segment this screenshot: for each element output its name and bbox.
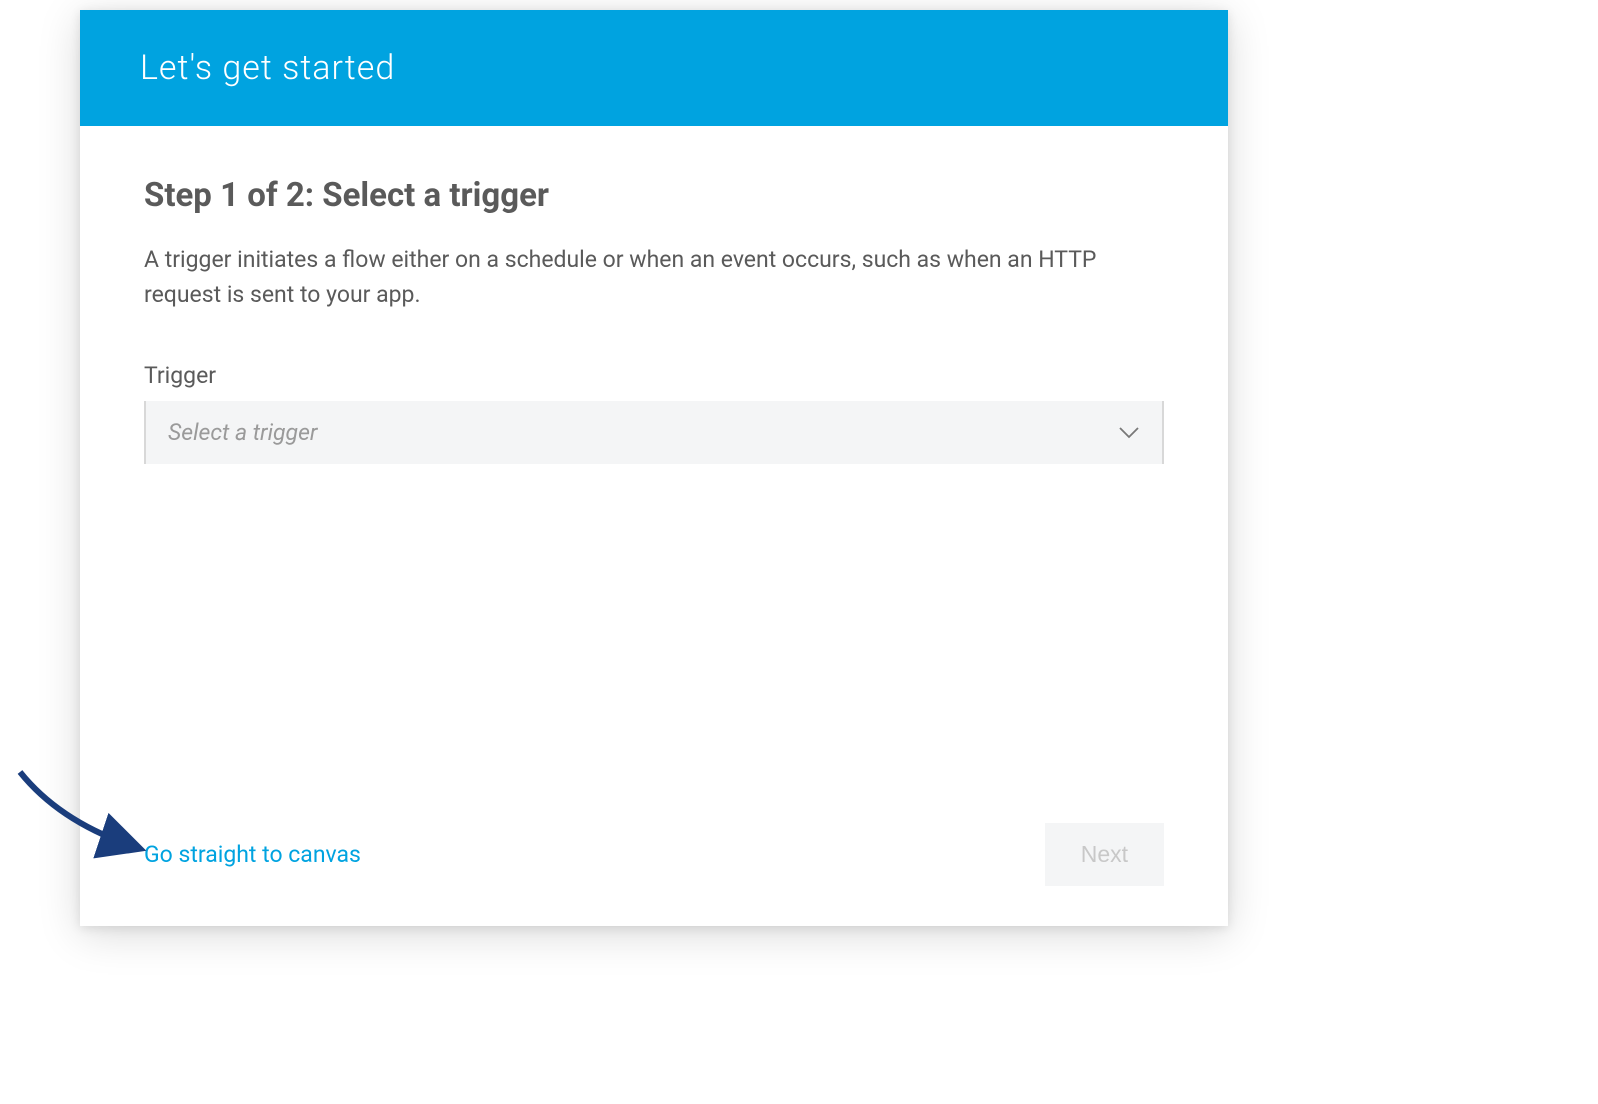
modal-footer: Go straight to canvas Next — [144, 803, 1164, 886]
step-description: A trigger initiates a flow either on a s… — [144, 243, 1164, 312]
modal-body: Step 1 of 2: Select a trigger A trigger … — [80, 126, 1228, 926]
next-button[interactable]: Next — [1045, 823, 1164, 886]
getting-started-modal: Let's get started Step 1 of 2: Select a … — [80, 10, 1228, 926]
trigger-select-placeholder: Select a trigger — [168, 419, 317, 446]
trigger-field-label: Trigger — [144, 362, 1164, 389]
modal-header: Let's get started — [80, 10, 1228, 126]
step-heading: Step 1 of 2: Select a trigger — [144, 176, 1164, 215]
go-to-canvas-link[interactable]: Go straight to canvas — [144, 841, 361, 868]
trigger-select[interactable]: Select a trigger — [144, 401, 1164, 464]
chevron-down-icon — [1118, 419, 1140, 446]
modal-title: Let's get started — [140, 48, 1168, 88]
